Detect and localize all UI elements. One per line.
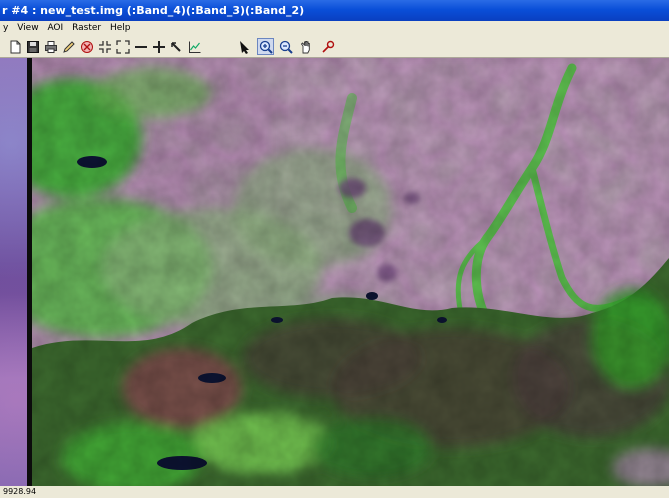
select-arrow-icon[interactable] [237, 39, 252, 54]
print-icon[interactable] [43, 39, 58, 54]
coordinate-readout: 9928.94 [3, 487, 37, 496]
edit-icon[interactable] [61, 39, 76, 54]
window-title: r #4 : new_test.img (:Band_4)(:Band_3)(:… [2, 4, 305, 17]
new-icon[interactable] [7, 39, 22, 54]
satellite-image[interactable] [32, 58, 669, 486]
menu-raster[interactable]: Raster [69, 21, 104, 36]
minus-icon[interactable] [133, 39, 148, 54]
save-icon[interactable] [25, 39, 40, 54]
measure-icon[interactable] [169, 39, 184, 54]
adjacent-view-strip [0, 58, 27, 486]
toolbar [0, 36, 669, 58]
profile-icon[interactable] [187, 39, 202, 54]
pan-hand-icon[interactable] [298, 39, 313, 54]
image-viewer[interactable] [0, 58, 669, 486]
zoom-out-icon[interactable] [278, 39, 293, 54]
menu-aoi[interactable]: AOI [44, 21, 66, 36]
layer-info-icon[interactable] [79, 39, 94, 54]
expand-icon[interactable] [115, 39, 130, 54]
inquire-icon[interactable] [320, 39, 335, 54]
status-bar: 9928.94 [0, 486, 669, 498]
title-bar: r #4 : new_test.img (:Band_4)(:Band_3)(:… [0, 0, 669, 21]
menu-help[interactable]: Help [107, 21, 134, 36]
menu-bar: y View AOI Raster Help [0, 21, 669, 36]
menu-view[interactable]: View [14, 21, 41, 36]
zoom-in-icon[interactable] [257, 38, 274, 55]
crosshair-icon[interactable] [151, 39, 166, 54]
fit-icon[interactable] [97, 39, 112, 54]
menu-partial[interactable]: y [0, 21, 11, 36]
